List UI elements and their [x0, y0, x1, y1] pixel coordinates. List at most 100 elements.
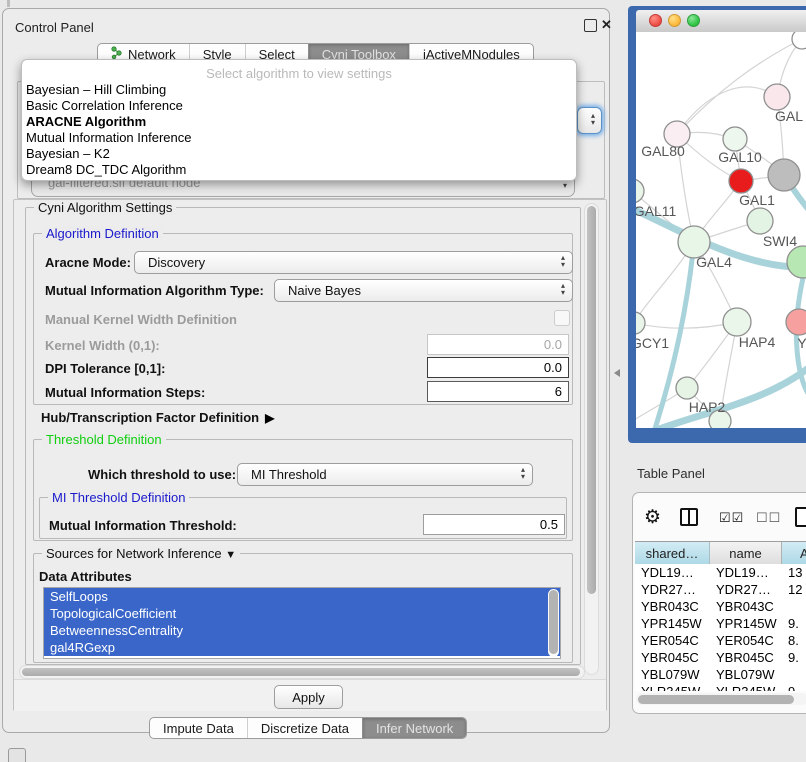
- table-row[interactable]: YPR145WYPR145W9.: [635, 615, 806, 632]
- list-scrollbar: [548, 589, 559, 657]
- kernel-width-label: Kernel Width (0,1):: [45, 338, 160, 353]
- aracne-mode-combo[interactable]: Discovery ▴▾: [134, 251, 573, 274]
- list-item-betweennesscentrality[interactable]: BetweennessCentrality: [44, 622, 560, 639]
- table-row[interactable]: YBL079WYBL079W: [635, 666, 806, 683]
- table-row[interactable]: YLR345WYLR345W9.: [635, 683, 806, 691]
- node-gal-pink[interactable]: [764, 84, 790, 110]
- data-attributes-label: Data Attributes: [39, 569, 132, 584]
- list-item-topologicalcoefficient[interactable]: TopologicalCoefficient: [44, 605, 560, 622]
- node-green-right[interactable]: [787, 246, 806, 278]
- list-item-gal4rgexp[interactable]: gal4RGexp: [44, 639, 560, 656]
- minimize-traffic-light[interactable]: [668, 14, 681, 27]
- node-swi4[interactable]: [747, 208, 773, 234]
- node-salmon-right[interactable]: [786, 309, 806, 335]
- top-edge-artifact: [7, 0, 10, 7]
- panel-splitter-arrow[interactable]: [614, 369, 620, 377]
- algorithm-combo-focused-edge[interactable]: ▴▾: [577, 107, 602, 134]
- threshold-definition-title: Threshold Definition: [42, 432, 166, 447]
- combo-stepper-icon: ▴▾: [561, 254, 565, 268]
- which-threshold-label: Which threshold to use:: [88, 467, 236, 482]
- document-icon[interactable]: [795, 507, 806, 527]
- combo-stepper-icon: ▴▾: [561, 282, 565, 296]
- dropdown-item-aracne[interactable]: ARACNE Algorithm: [22, 114, 576, 130]
- node-unlabeled-top[interactable]: [792, 32, 806, 49]
- list-scrollbar-thumb[interactable]: [549, 590, 558, 654]
- node-hap4[interactable]: [723, 308, 751, 336]
- deselect-all-icon[interactable]: ☐☐: [756, 510, 781, 526]
- column-header-third[interactable]: A: [782, 542, 806, 564]
- bottom-left-mini-icon[interactable]: [8, 748, 26, 762]
- which-threshold-value: MI Threshold: [251, 467, 327, 482]
- close-traffic-light[interactable]: [649, 14, 662, 27]
- columns-icon[interactable]: [680, 508, 698, 526]
- node-label: GAL4: [696, 254, 732, 270]
- settings-vertical-scrollbar-thumb[interactable]: [587, 206, 596, 594]
- table-horizontal-scrollbar-thumb[interactable]: [638, 695, 794, 704]
- mi-algorithm-type-label: Mutual Information Algorithm Type:: [45, 283, 264, 298]
- close-icon[interactable]: ✕: [601, 17, 612, 33]
- control-panel: Control Panel ✕ Network Style Select: [2, 8, 610, 733]
- node-gcy1[interactable]: [636, 312, 645, 334]
- dpi-tolerance-label: DPI Tolerance [0,1]:: [45, 361, 165, 376]
- table-row[interactable]: YBR045CYBR045C9.: [635, 649, 806, 666]
- node-gray-hub[interactable]: [768, 159, 800, 191]
- table-row[interactable]: YBR043CYBR043C: [635, 598, 806, 615]
- manual-kernel-width-label: Manual Kernel Width Definition: [45, 312, 237, 327]
- mi-algorithm-type-combo[interactable]: Naive Bayes ▴▾: [274, 279, 573, 302]
- network-graph: [636, 32, 806, 428]
- tab-discretize-data-label: Discretize Data: [261, 721, 349, 736]
- hub-definition-expander[interactable]: Hub/Transcription Factor Definition ▶: [41, 410, 274, 425]
- tab-infer-network-label: Infer Network: [376, 721, 453, 736]
- node-hap2[interactable]: [676, 377, 698, 399]
- settings-horizontal-scrollbar-thumb[interactable]: [22, 668, 580, 676]
- cyni-algorithm-settings-title: Cyni Algorithm Settings: [34, 200, 176, 215]
- sources-title[interactable]: Sources for Network Inference ▼: [42, 546, 240, 561]
- dropdown-item-bayesian-hill-climbing[interactable]: Bayesian – Hill Climbing: [22, 82, 576, 98]
- dpi-tolerance-field[interactable]: 0.0: [427, 357, 569, 378]
- apply-button[interactable]: Apply: [274, 685, 343, 709]
- tab-discretize-data[interactable]: Discretize Data: [247, 718, 362, 738]
- node-gal10[interactable]: [723, 127, 747, 151]
- column-header-name[interactable]: name: [710, 542, 782, 564]
- select-all-icon[interactable]: ☑☑: [719, 510, 744, 526]
- network-canvas[interactable]: GAL GAL80 GAL10 GAL1 GAL11 SWI4 GAL4 GCY…: [636, 32, 806, 428]
- settings-vertical-scrollbar: [584, 203, 599, 675]
- dropdown-item-dream8[interactable]: Dream8 DC_TDC Algorithm: [22, 162, 576, 178]
- screenshot-root: Control Panel ✕ Network Style Select: [0, 0, 806, 762]
- table-row[interactable]: YER054CYER054C8.: [635, 632, 806, 649]
- network-window-titlebar[interactable]: [636, 10, 806, 33]
- dropdown-item-basic-correlation[interactable]: Basic Correlation Inference: [22, 98, 576, 114]
- tab-infer-network[interactable]: Infer Network: [362, 718, 466, 738]
- list-item-selfloops[interactable]: SelfLoops: [44, 588, 560, 605]
- algorithm-dropdown-placeholder: Select algorithm to view settings: [22, 66, 576, 81]
- float-window-icon[interactable]: [584, 19, 597, 32]
- kernel-width-field[interactable]: 0.0: [427, 334, 569, 355]
- manual-kernel-width-checkbox[interactable]: [554, 310, 570, 326]
- dropdown-item-bayesian-k2[interactable]: Bayesian – K2: [22, 146, 576, 162]
- combo-stepper-icon: ▴▾: [521, 466, 525, 480]
- table-row[interactable]: YDL19…YDL19…13: [635, 564, 806, 581]
- expander-right-icon: ▶: [265, 411, 274, 425]
- hub-definition-label: Hub/Transcription Factor Definition: [41, 410, 259, 425]
- tab-impute-data[interactable]: Impute Data: [150, 718, 247, 738]
- algorithm-dropdown-popup: Select algorithm to view settings Bayesi…: [21, 59, 577, 181]
- dropdown-item-mutual-information[interactable]: Mutual Information Inference: [22, 130, 576, 146]
- node-label: HAP4: [739, 334, 776, 350]
- mi-steps-field[interactable]: 6: [427, 381, 569, 402]
- mi-threshold-label: Mutual Information Threshold:: [49, 518, 237, 533]
- table-panel-title: Table Panel: [637, 466, 705, 481]
- algorithm-definition-title: Algorithm Definition: [42, 226, 163, 241]
- mi-threshold-field[interactable]: 0.5: [423, 514, 565, 535]
- network-view-frame: GAL GAL80 GAL10 GAL1 GAL11 SWI4 GAL4 GCY…: [628, 6, 806, 443]
- mi-steps-label: Mutual Information Steps:: [45, 385, 205, 400]
- settings-horizontal-scrollbar: [19, 665, 585, 679]
- zoom-traffic-light[interactable]: [687, 14, 700, 27]
- node-label: GAL80: [641, 143, 685, 159]
- gear-icon[interactable]: ⚙: [644, 506, 661, 529]
- node-gal1-red[interactable]: [729, 169, 753, 193]
- column-header-shared-name[interactable]: shared…: [635, 542, 710, 564]
- table-row[interactable]: YDR27…YDR27…12: [635, 581, 806, 598]
- mi-threshold-definition-title: MI Threshold Definition: [48, 490, 189, 505]
- which-threshold-combo[interactable]: MI Threshold ▴▾: [237, 463, 533, 486]
- node-label: GAL11: [636, 203, 676, 219]
